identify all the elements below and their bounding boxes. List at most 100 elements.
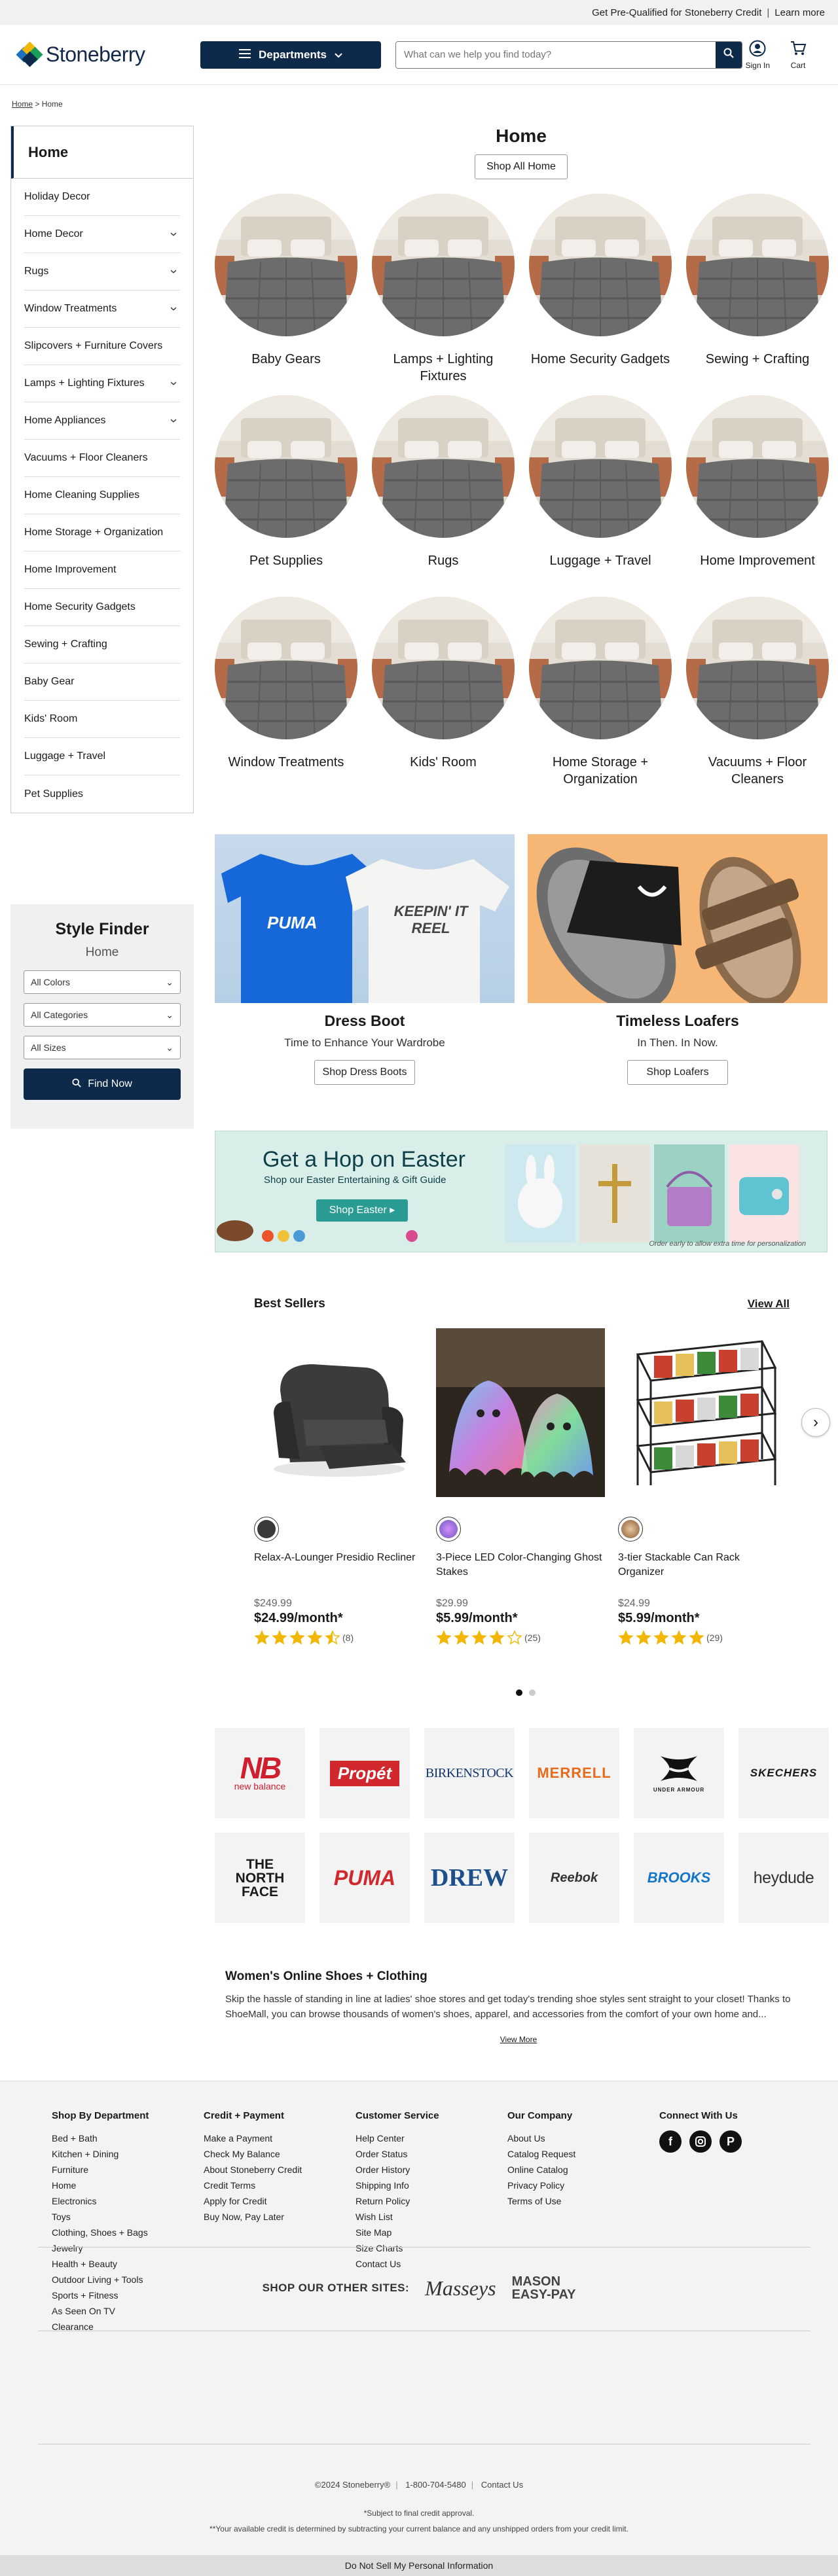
footer-link[interactable]: Contact Us [355,2256,507,2272]
brand-tile-hey-dude[interactable]: heydude [738,1833,829,1923]
footer-link[interactable]: Health + Beauty [52,2256,204,2272]
sidebar-item[interactable]: Vacuums + Floor Cleaners [24,440,180,477]
view-more-link[interactable]: View More [225,2035,812,2044]
footer-link[interactable]: Catalog Request [507,2146,659,2162]
category-label[interactable]: Pet Supplies [249,552,323,597]
sidebar-item[interactable]: Window Treatments › [24,291,181,328]
brand-tile-reebok[interactable]: Reebok [529,1833,619,1923]
stoneberry-logo[interactable]: Stoneberry [16,41,182,67]
category-image[interactable] [686,597,829,739]
footer-link[interactable]: Electronics [52,2193,204,2209]
instagram-icon[interactable] [689,2130,712,2153]
footer-link[interactable]: Home [52,2178,204,2193]
sidebar-item[interactable]: Holiday Decor [24,179,180,216]
category-label[interactable]: Kids' Room [410,754,477,798]
sidebar-item[interactable]: Home Cleaning Supplies [24,477,180,514]
sizes-select[interactable]: All Sizes ⌄ [24,1036,181,1059]
sidebar-item[interactable]: Home Improvement [24,552,180,589]
footer-link[interactable]: Help Center [355,2130,507,2146]
facebook-icon[interactable]: f [659,2130,682,2153]
footer-link[interactable]: Toys [52,2209,204,2225]
sidebar-item[interactable]: Home Storage + Organization [24,514,180,552]
category-label[interactable]: Home Security Gadgets [531,351,670,395]
carousel-dot[interactable] [516,1689,522,1696]
carousel-next-button[interactable]: › [801,1408,830,1437]
category-tile[interactable]: Kids' Room [372,597,515,798]
pinterest-icon[interactable]: P [720,2130,742,2153]
category-label[interactable]: Home Improvement [700,552,815,597]
easter-banner[interactable]: Get a Hop on Easter Shop our Easter Ente… [215,1131,828,1252]
product-name[interactable]: 3-Piece LED Color-Changing Ghost Stakes [436,1551,605,1579]
footer-link[interactable]: Order Status [355,2146,507,2162]
sidebar-item[interactable]: Home Decor › [24,216,181,253]
category-tile[interactable]: Baby Gears [215,194,357,395]
brand-tile-drew[interactable]: DREW [424,1833,515,1923]
product-card[interactable]: Relax-A-Lounger Presidio Recliner $249.9… [254,1328,423,1646]
footer-link[interactable]: Wish List [355,2209,507,2225]
footer-link[interactable]: As Seen On TV [52,2303,204,2319]
category-image[interactable] [529,194,672,336]
category-image[interactable] [372,395,515,538]
find-now-button[interactable]: Find Now [24,1068,181,1100]
footer-link[interactable]: Bed + Bath [52,2130,204,2146]
chevron-down-icon[interactable]: › [167,307,181,311]
category-image[interactable] [372,194,515,336]
view-all-link[interactable]: View All [748,1297,790,1311]
footer-link[interactable]: Terms of Use [507,2193,659,2209]
sidebar-item[interactable]: Home Appliances › [24,402,181,440]
chevron-down-icon[interactable]: › [167,232,181,237]
breadcrumb-home-link[interactable]: Home [12,99,33,109]
chevron-down-icon[interactable]: › [167,381,181,386]
sidebar-item[interactable]: Lamps + Lighting Fixtures › [24,365,181,402]
footer-link[interactable]: Shipping Info [355,2178,507,2193]
product-image-can-rack[interactable] [618,1328,787,1497]
category-tile[interactable]: Sewing + Crafting [686,194,829,395]
shop-easter-button[interactable]: Shop Easter ▸ [316,1199,408,1222]
footer-link[interactable]: Jewelry [52,2240,204,2256]
phone-link[interactable]: 1-800-704-5480 [405,2480,466,2490]
sidebar-item[interactable]: Sewing + Crafting [24,626,180,663]
footer-link[interactable]: Order History [355,2162,507,2178]
footer-link[interactable]: Make a Payment [204,2130,355,2146]
footer-link[interactable]: Clearance [52,2319,204,2335]
cart-button[interactable]: Cart [790,40,807,70]
category-image[interactable] [215,194,357,336]
brand-tile-birkenstock[interactable]: BIRKENSTOCK [424,1728,515,1818]
review-count[interactable]: (8) [342,1632,354,1643]
category-label[interactable]: Baby Gears [251,351,321,395]
category-label[interactable]: Window Treatments [228,754,344,798]
category-tile[interactable]: Window Treatments [215,597,357,798]
masseys-logo[interactable]: Masseys [425,2276,496,2301]
category-image[interactable] [215,395,357,538]
brand-tile-new-balance[interactable]: NB new balance [215,1728,305,1818]
shop-loafers-button[interactable]: Shop Loafers [627,1060,728,1085]
category-label[interactable]: Luggage + Travel [549,552,651,597]
product-name[interactable]: 3-tier Stackable Can Rack Organizer [618,1551,787,1579]
footer-link[interactable]: Online Catalog [507,2162,659,2178]
category-image[interactable] [686,395,829,538]
sidebar-item[interactable]: Home Security Gadgets [24,589,180,626]
footer-link[interactable]: About Us [507,2130,659,2146]
category-tile[interactable]: Luggage + Travel [529,395,672,597]
promo-tshirts-image[interactable]: PUMA KEEPIN' IT REEL [215,834,515,1003]
category-label[interactable]: Home Storage + Organization [529,754,672,798]
sidebar-item[interactable]: Rugs › [24,253,181,291]
category-tile[interactable]: Lamps + Lighting Fixtures [372,194,515,395]
brand-tile-propet[interactable]: Propét [319,1728,410,1818]
footer-link[interactable]: Credit Terms [204,2178,355,2193]
sidebar-item[interactable]: Kids' Room [24,701,180,738]
category-image[interactable] [215,597,357,739]
chevron-down-icon[interactable]: › [167,270,181,274]
footer-link[interactable]: Size Charts [355,2240,507,2256]
category-label[interactable]: Vacuums + Floor Cleaners [686,754,829,798]
footer-link[interactable]: Site Map [355,2225,507,2240]
category-tile[interactable]: Rugs [372,395,515,597]
category-image[interactable] [372,597,515,739]
footer-link[interactable]: Furniture [52,2162,204,2178]
footer-link[interactable]: Buy Now, Pay Later [204,2209,355,2225]
footer-link[interactable]: Kitchen + Dining [52,2146,204,2162]
product-image-recliner[interactable] [254,1328,423,1497]
color-swatch[interactable] [254,1517,279,1542]
product-card[interactable]: 3-Piece LED Color-Changing Ghost Stakes … [436,1328,605,1646]
brand-tile-brooks[interactable]: BROOKS [634,1833,724,1923]
